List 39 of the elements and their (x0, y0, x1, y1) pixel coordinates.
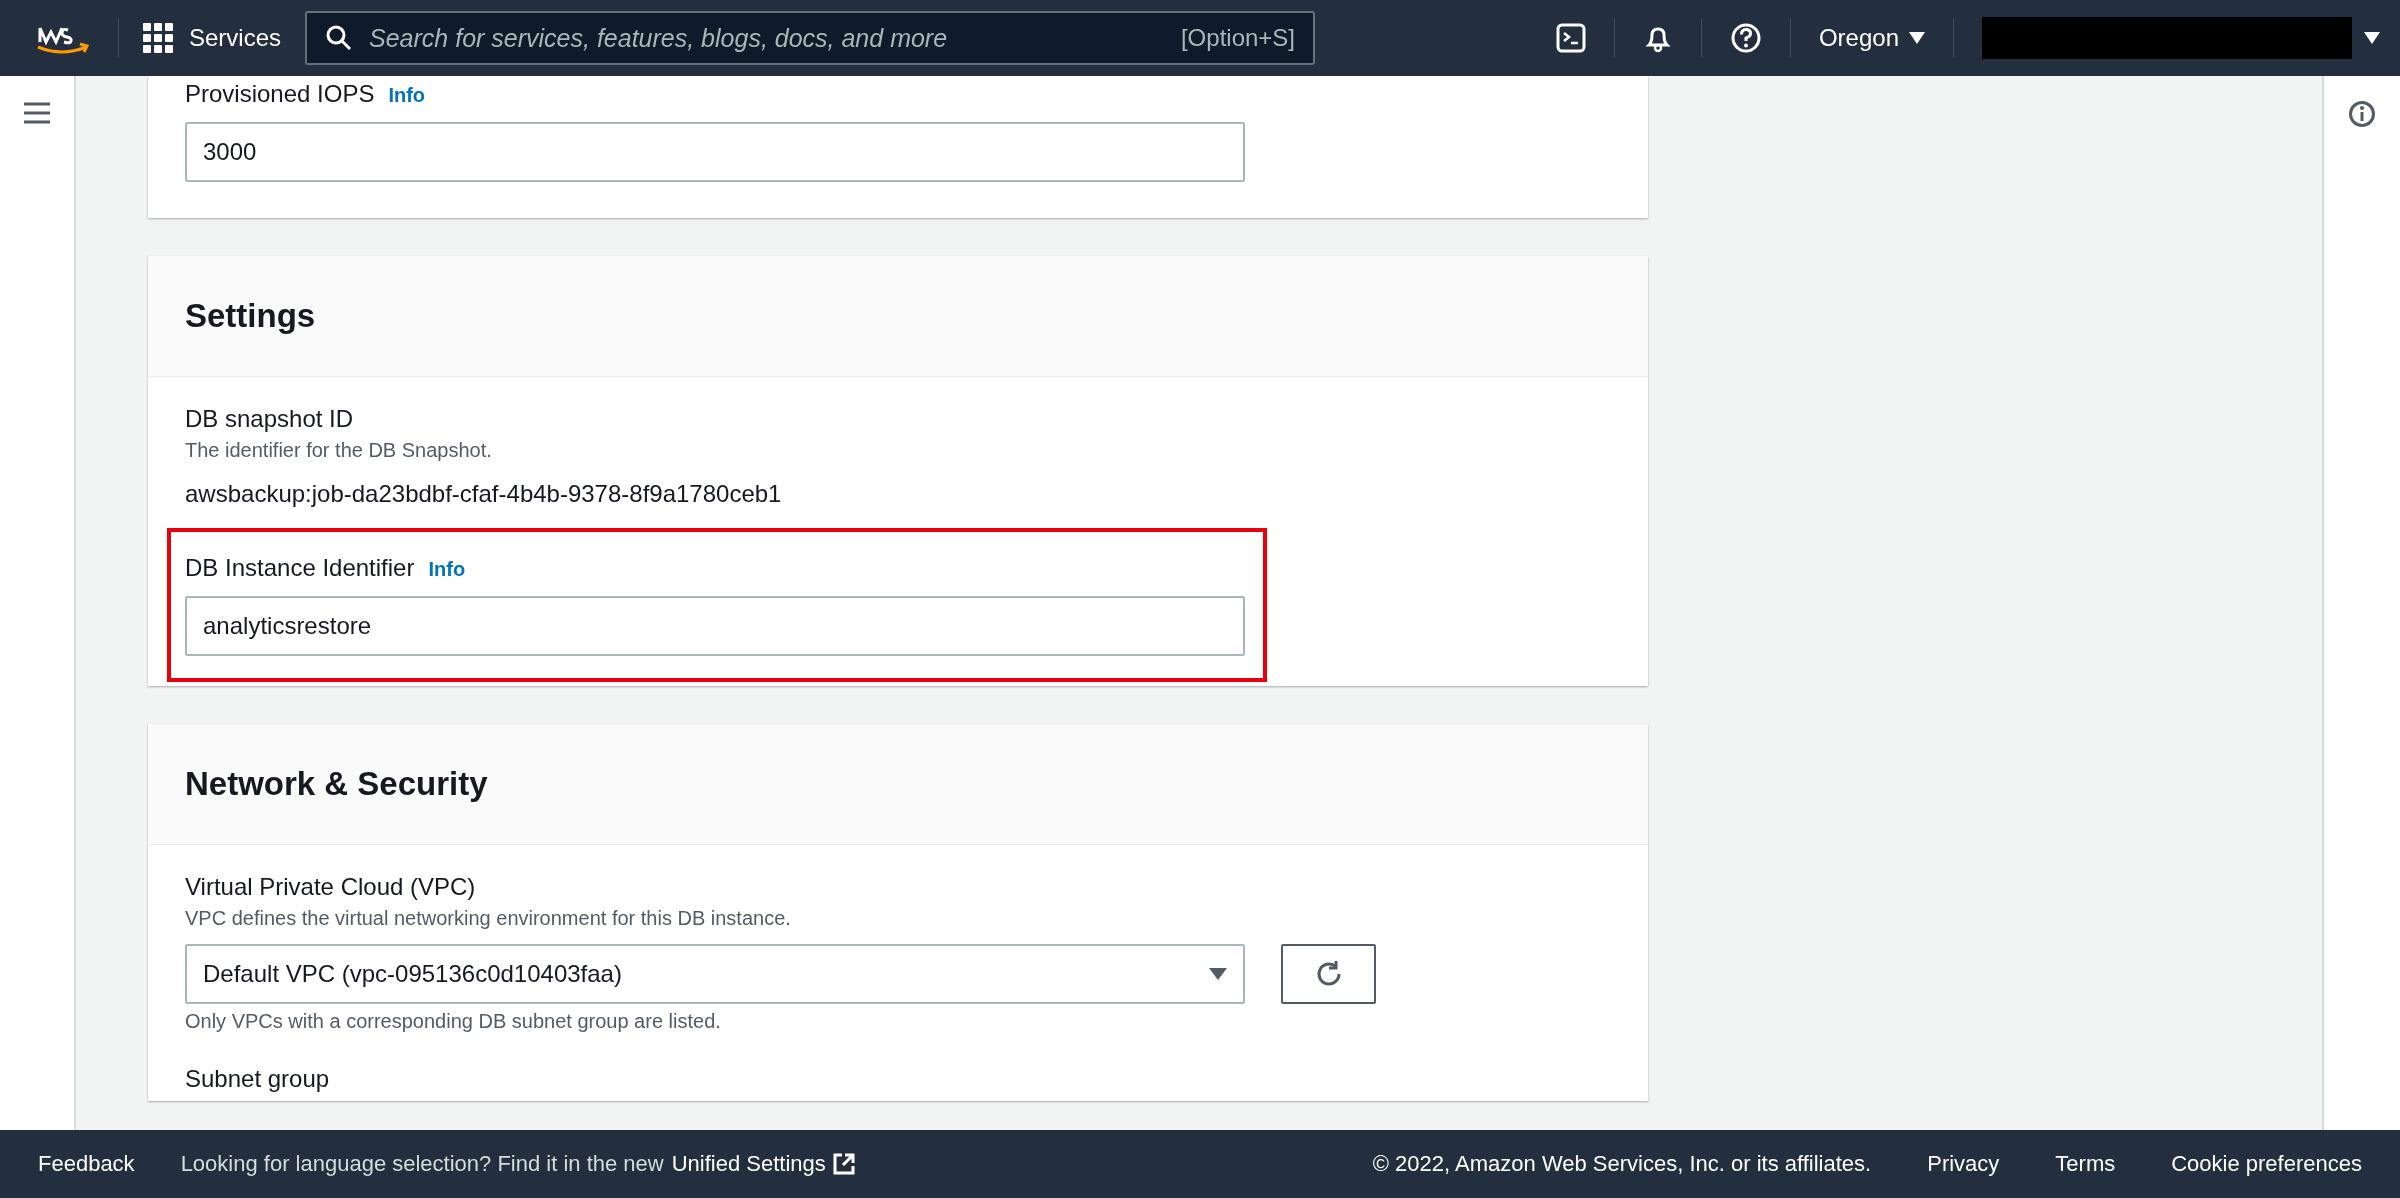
services-button[interactable]: Services (143, 23, 282, 53)
refresh-button[interactable] (1281, 944, 1376, 1004)
language-note: Looking for language selection? Find it in the new (180, 1151, 664, 1177)
search-bar[interactable]: Search for services, features, blogs, docs, and more [Option+S] (305, 11, 1316, 65)
caret-icon[interactable] (2364, 32, 2380, 44)
footer-link[interactable]: Privacy (1927, 1151, 2000, 1177)
info-link[interactable]: Info (388, 84, 426, 107)
field-hint: Only VPCs with a corresponding DB subnet group are listed. (185, 1010, 722, 1033)
menu-icon[interactable] (24, 102, 50, 124)
feedback-link[interactable]: Feedback (38, 1151, 135, 1177)
caret-icon (1909, 32, 1925, 44)
help-icon[interactable] (1729, 22, 1762, 54)
copyright-text: © 2022, Amazon Web Services, Inc. or its affiliates. (1372, 1151, 1872, 1177)
field-value: awsbackup:job-da23bdbf-cfaf-4b4b-9378-8f9a1780ceb1 (185, 480, 783, 508)
external-link-icon (831, 1152, 856, 1176)
info-icon[interactable] (2348, 100, 2376, 128)
field-description: The identifier for the DB Snapshot. (185, 439, 493, 462)
shortcut-hint: [Option+S] (1180, 24, 1296, 52)
text-input[interactable]: analyticsrestore (185, 596, 1245, 656)
field-description: VPC defines the virtual networking environment for this DB instance. (185, 907, 792, 930)
field-label: DB Instance Identifier (185, 554, 415, 582)
terminal-icon[interactable] (1555, 23, 1586, 53)
grid-icon (143, 23, 173, 53)
text-input[interactable]: 3000 (185, 122, 1245, 182)
field-label: Subnet group (185, 1065, 330, 1093)
section-title: Network & Security (185, 765, 488, 803)
search-field[interactable]: Search for services, features, blogs, docs, and more (367, 22, 1167, 54)
search-icon (325, 24, 354, 52)
caret-icon (1209, 968, 1227, 980)
info-link[interactable]: Info (428, 558, 466, 581)
vpc-dropdown[interactable]: Default VPC (vpc-095136c0d10403faa) (185, 944, 1245, 1004)
section-title: Settings (185, 297, 316, 335)
footer-link[interactable]: Cookie preferences (2171, 1151, 2362, 1177)
footer-link[interactable]: Terms (2055, 1151, 2116, 1177)
unified-settings-link[interactable]: Unified Settings (671, 1151, 856, 1177)
field-label: Provisioned IOPS (185, 80, 375, 108)
field-label: Virtual Private Cloud (VPC) (185, 873, 476, 901)
region-selector[interactable]: Oregon (1818, 24, 1925, 52)
field-label: DB snapshot ID (185, 405, 354, 433)
